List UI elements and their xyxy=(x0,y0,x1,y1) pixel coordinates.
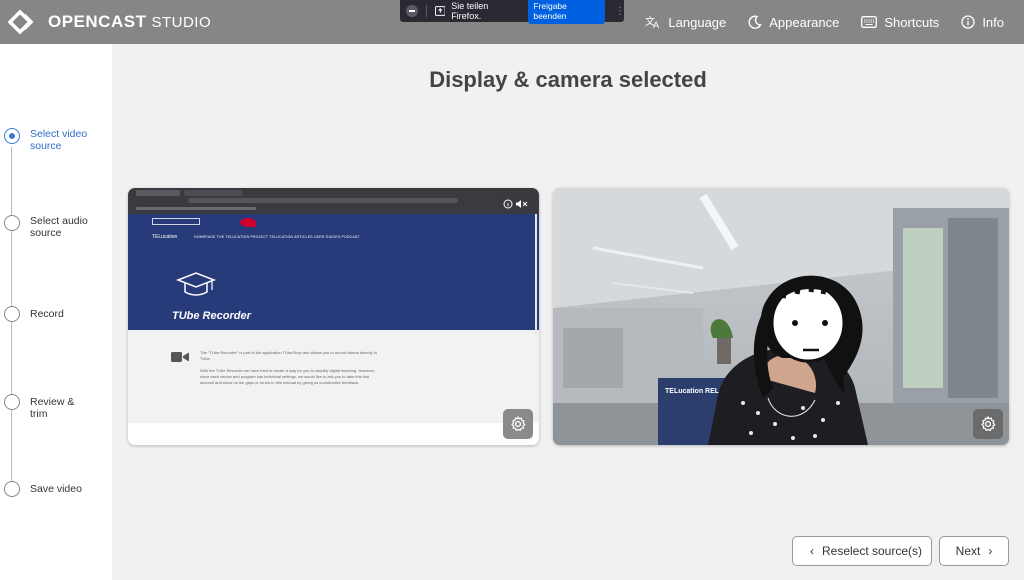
opencast-logo: OPENCAST STUDIO xyxy=(8,9,211,35)
browser-bookmarks xyxy=(136,207,256,210)
page-title: Display & camera selected xyxy=(429,67,707,92)
site-search-box xyxy=(152,218,200,225)
step-record[interactable]: Record xyxy=(4,306,94,322)
gear-icon xyxy=(511,416,526,432)
chevron-right-icon: › xyxy=(988,544,993,558)
tu-logo-icon xyxy=(240,218,256,227)
scrollbar xyxy=(535,214,537,334)
step-label: Record xyxy=(30,308,64,320)
language-button[interactable]: 文 A Language xyxy=(645,15,726,30)
logo-sub-text: STUDIO xyxy=(151,13,212,31)
chevron-left-icon: ‹ xyxy=(809,544,814,558)
step-indicator-icon xyxy=(4,306,20,322)
browser-url-bar xyxy=(188,198,458,203)
appearance-label: Appearance xyxy=(769,14,840,30)
step-indicator-icon xyxy=(4,481,20,497)
stop-sharing-button[interactable]: Freigabe beenden xyxy=(528,0,605,24)
separator xyxy=(425,5,427,17)
step-label: Review & trim xyxy=(30,396,75,420)
step-save-video[interactable]: Save video xyxy=(4,481,94,497)
website-body: The "TUbe Recorder" is part of the appli… xyxy=(128,330,539,423)
gear-icon xyxy=(981,416,996,432)
language-label: Language xyxy=(668,14,727,30)
step-sidebar: Select video source Select audio source … xyxy=(0,44,112,580)
keyboard-icon xyxy=(861,16,878,28)
camera-feed-image: TELucation RELAUNCH xyxy=(553,188,1009,445)
website-header: TELucation HOMEPAGE THE TELUCATION PROJE… xyxy=(128,214,539,330)
site-nav: HOMEPAGE THE TELUCATION PROJECT TELUCATI… xyxy=(194,235,360,239)
shortcuts-label: Shortcuts xyxy=(884,14,940,30)
tab-indicator-pill xyxy=(499,195,533,213)
browser-chrome xyxy=(128,188,539,214)
logo-main-text: OPENCAST xyxy=(48,12,147,31)
info-mute-icon xyxy=(503,199,528,209)
step-indicator-icon xyxy=(4,215,20,231)
header-nav: 文 A Language Appearance Shortcuts Info xyxy=(623,0,1004,44)
browser-tab xyxy=(136,190,180,196)
step-select-audio-source[interactable]: Select audio source xyxy=(4,215,94,239)
step-label: Select audio source xyxy=(30,215,88,239)
reselect-sources-button[interactable]: ‹ Reselect source(s) xyxy=(792,536,932,566)
display-settings-button[interactable] xyxy=(503,409,533,439)
site-heading: TUbe Recorder xyxy=(172,310,251,322)
site-paragraph: The "TUbe Recorder" is part of the appli… xyxy=(200,350,377,361)
display-preview: TELucation HOMEPAGE THE TELUCATION PROJE… xyxy=(128,188,539,445)
moon-icon xyxy=(748,15,762,29)
svg-text:A: A xyxy=(653,21,660,29)
camera-settings-button[interactable] xyxy=(973,409,1003,439)
info-label: Info xyxy=(982,14,1004,30)
site-brand: TELucation xyxy=(152,234,178,240)
next-button[interactable]: Next › xyxy=(939,536,1009,566)
graduation-cap-icon xyxy=(176,272,216,296)
info-button[interactable]: Info xyxy=(961,15,1004,30)
next-label: Next xyxy=(955,544,981,558)
step-indicator-icon xyxy=(4,394,20,410)
language-icon: 文 A xyxy=(645,15,660,29)
sharing-indicator-bar: Sie teilen Firefox. Freigabe beenden ⋮ xyxy=(400,0,625,24)
camera-preview: TELucation RELAUNCH xyxy=(553,188,1009,445)
video-camera-icon xyxy=(171,352,189,362)
step-label: Select video source xyxy=(30,128,88,152)
minimize-icon[interactable] xyxy=(406,5,418,17)
info-icon xyxy=(961,15,975,29)
shortcuts-button[interactable]: Shortcuts xyxy=(861,15,939,30)
step-select-video-source[interactable]: Select video source xyxy=(4,128,94,152)
drag-handle-icon[interactable]: ⋮ xyxy=(615,6,625,17)
step-review-trim[interactable]: Review & trim xyxy=(4,394,94,420)
step-indicator-icon xyxy=(4,128,20,144)
browser-tab xyxy=(184,190,242,196)
step-label: Save video xyxy=(30,483,82,495)
reselect-label: Reselect source(s) xyxy=(821,544,923,558)
screen-share-icon xyxy=(434,6,446,16)
appearance-button[interactable]: Appearance xyxy=(748,15,839,30)
site-paragraph: With the TUbe Recorder we have tried to … xyxy=(200,368,376,385)
sharing-message: Sie teilen Firefox. xyxy=(451,1,489,21)
opencast-logo-icon xyxy=(8,9,34,35)
